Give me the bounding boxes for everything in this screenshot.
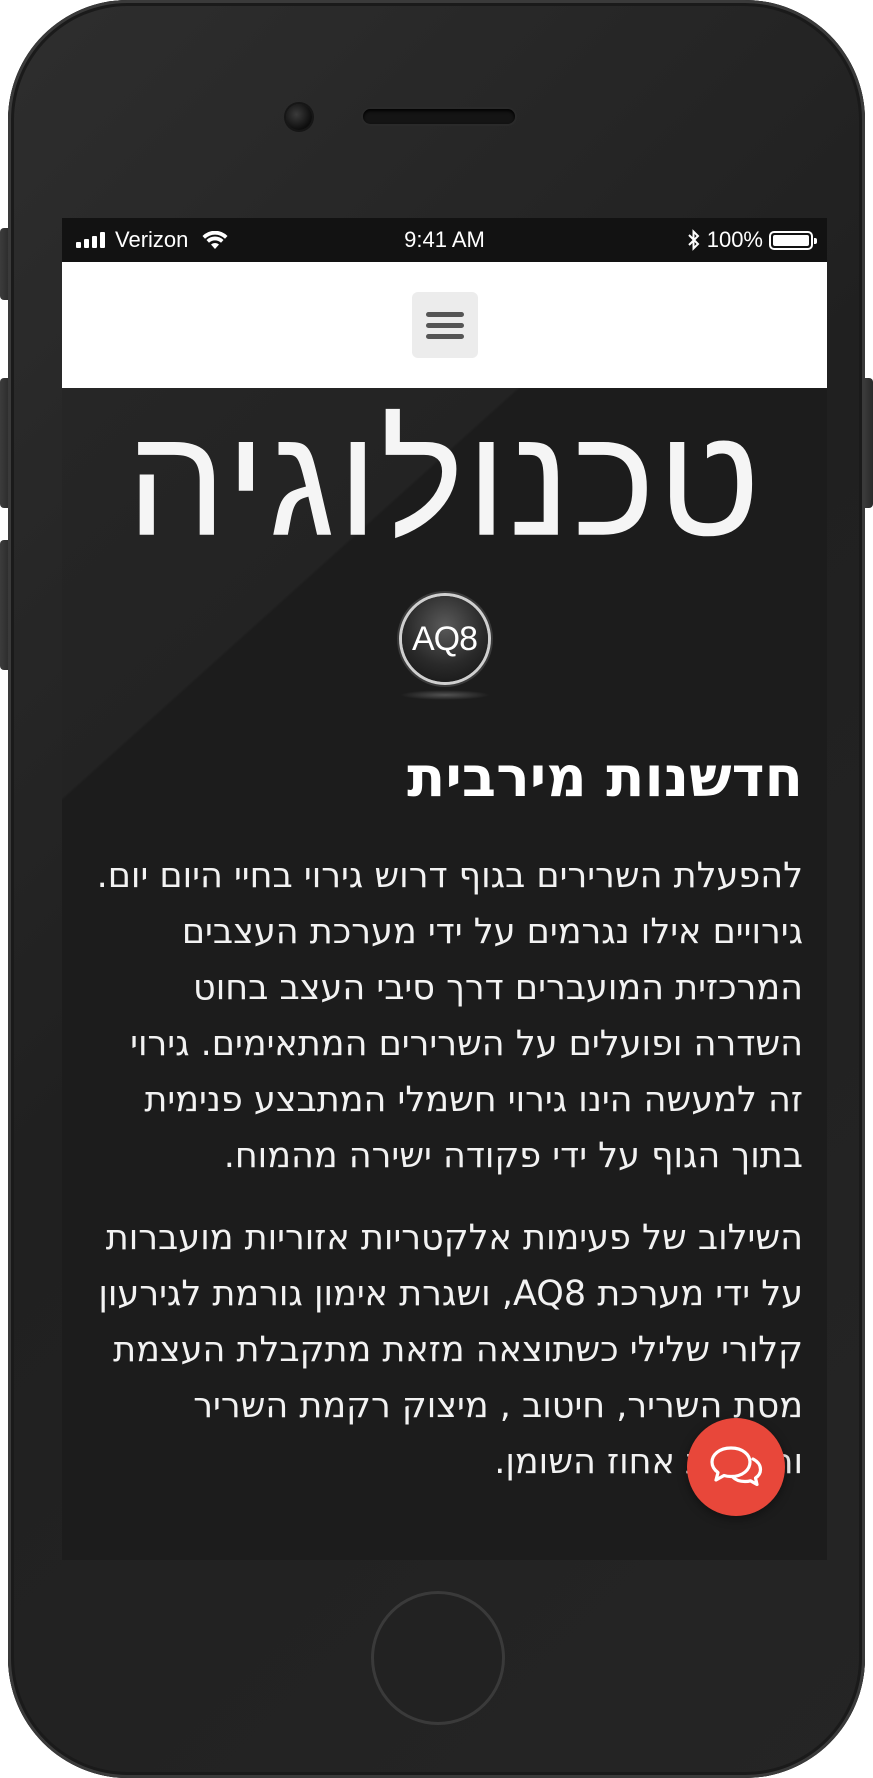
hamburger-menu-button[interactable]	[411, 292, 478, 358]
main-content: טכנולוגיה AQ8 חדשנות מירבית להפעלת השריר…	[62, 388, 827, 1560]
home-button[interactable]	[371, 1591, 505, 1725]
wifi-icon	[202, 230, 228, 249]
brand-logo: AQ8	[62, 596, 827, 700]
chat-button[interactable]	[687, 1418, 785, 1516]
section-title: חדשנות מירבית	[407, 745, 803, 810]
section-paragraph-1: להפעלת השרירים בגוף דרוש גירוי בחיי היום…	[96, 856, 803, 1176]
hamburger-menu-icon	[425, 311, 464, 317]
hero-title: טכנולוגיה	[126, 391, 763, 573]
phone-screen: Verizon 9:41 AM 100% טכנולוגיה AQ8 חדשנו…	[62, 218, 827, 1560]
site-header	[62, 262, 827, 388]
chat-bubbles-icon	[710, 1446, 763, 1487]
status-bar-left: Verizon	[76, 227, 228, 253]
battery-icon	[769, 230, 817, 250]
phone-frame: Verizon 9:41 AM 100% טכנולוגיה AQ8 חדשנו…	[0, 0, 873, 1778]
signal-strength-icon	[76, 232, 105, 248]
battery-percent: 100%	[706, 227, 763, 252]
carrier-name: Verizon	[115, 227, 189, 252]
front-camera	[286, 104, 312, 130]
bluetooth-icon	[688, 229, 700, 251]
battery-level	[773, 234, 809, 246]
earpiece-speaker	[363, 109, 515, 124]
logo-reflection	[399, 690, 490, 700]
aq8-logo-badge: AQ8	[401, 596, 488, 682]
status-bar-right: 100%	[687, 227, 817, 253]
status-bar: Verizon 9:41 AM 100%	[62, 218, 827, 262]
